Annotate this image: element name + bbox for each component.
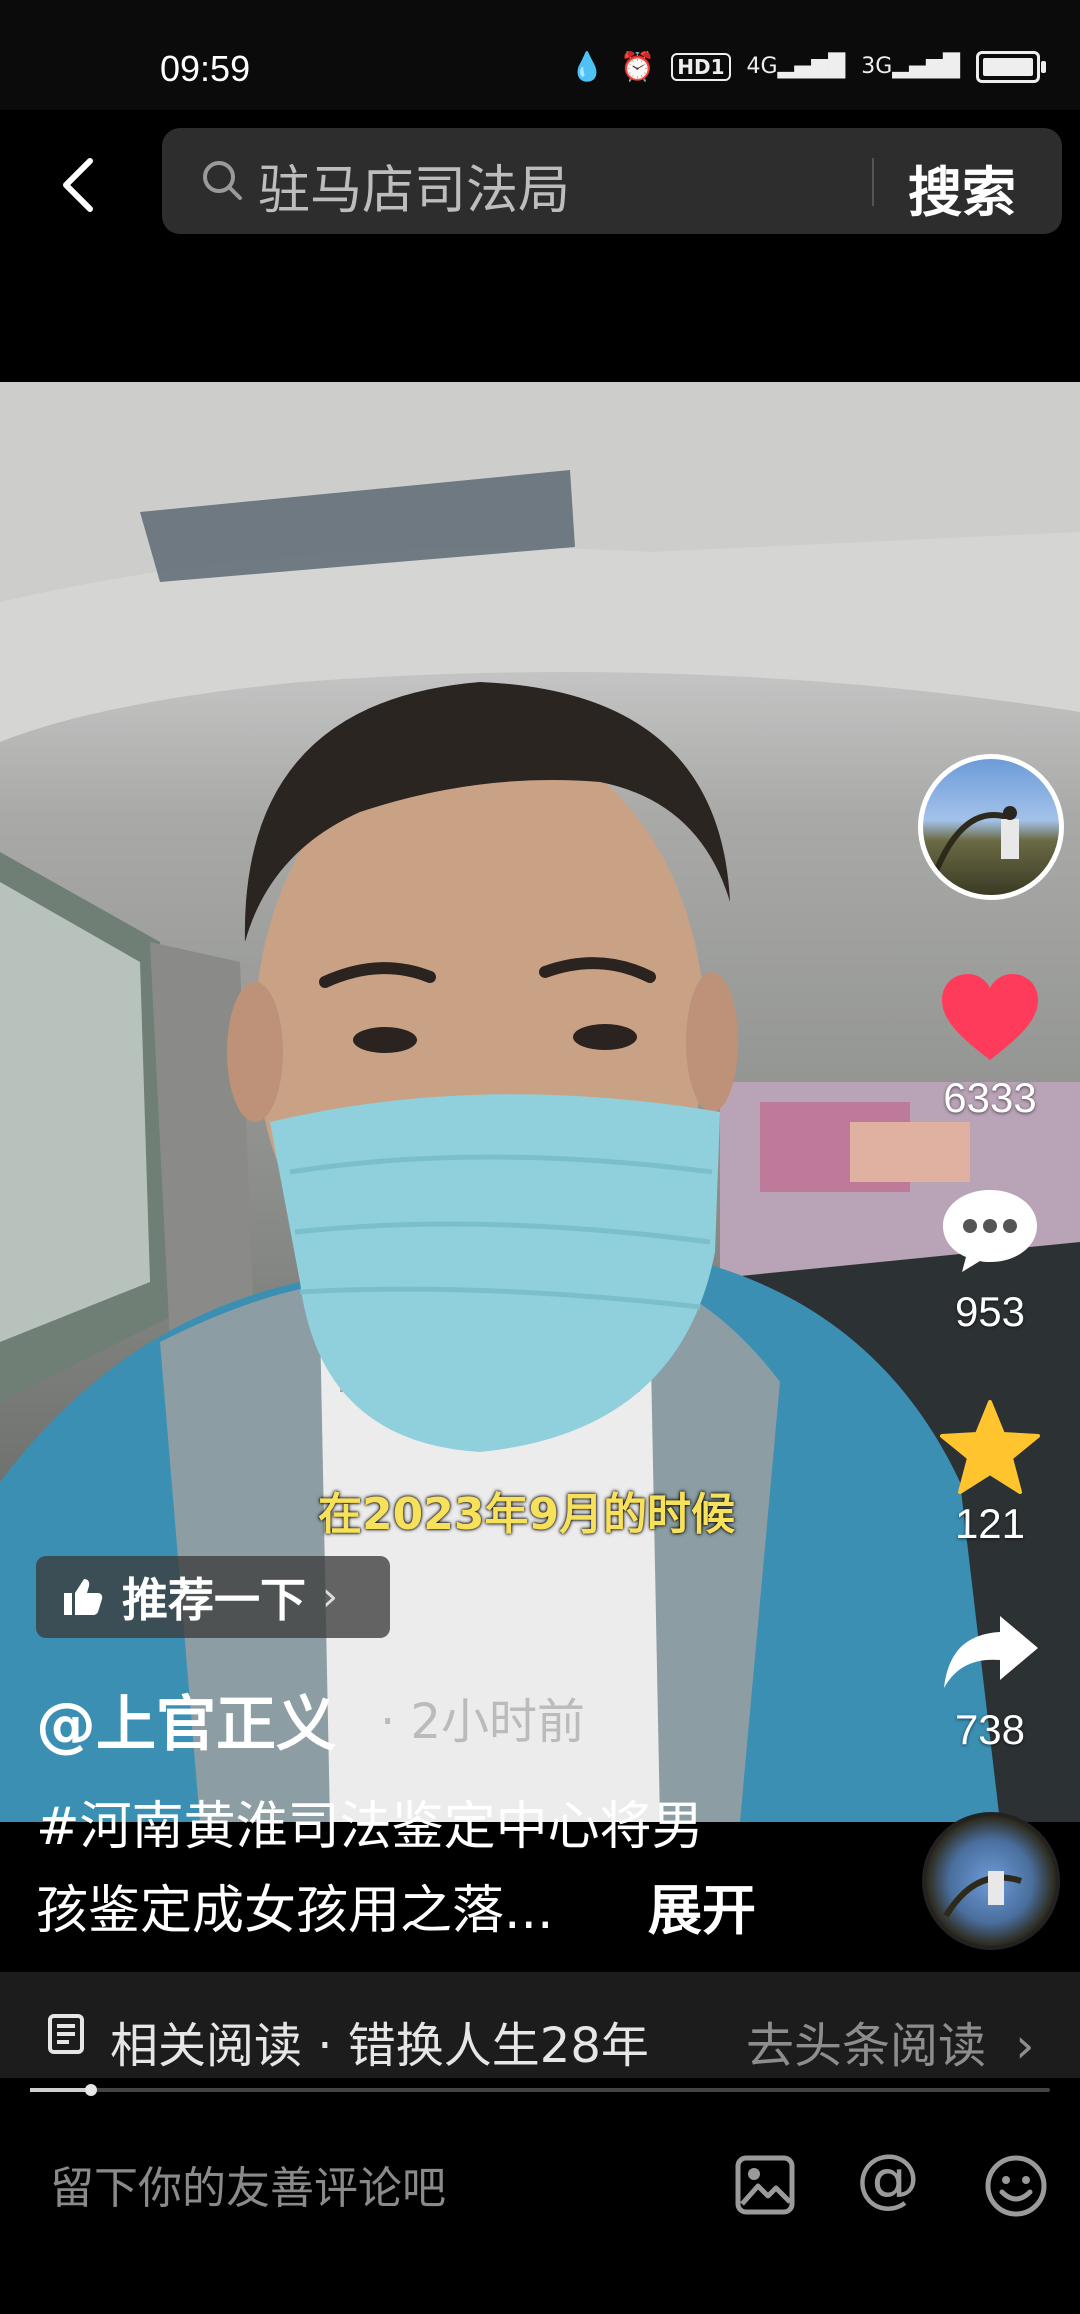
star-icon[interactable]	[938, 1398, 1042, 1496]
chevron-right-icon: ›	[322, 1574, 338, 1620]
music-disc[interactable]	[922, 1812, 1060, 1950]
search-input[interactable]: 驻马店司法局	[258, 148, 570, 223]
share-count: 738	[954, 1706, 1026, 1753]
hd-badge: HD1	[671, 52, 731, 81]
signal-4g-icon: 4G▂▄▆█	[746, 54, 846, 79]
author-avatar[interactable]	[918, 754, 1064, 900]
video-progress-fill	[30, 2088, 91, 2092]
description-line-1: #河南黄淮司法鉴定中心将男	[36, 1797, 704, 1857]
article-icon	[48, 2014, 84, 2054]
recommend-button[interactable]: 推荐一下 ›	[36, 1556, 390, 1638]
heart-icon[interactable]	[940, 972, 1040, 1064]
comment-count: 953	[954, 1288, 1026, 1335]
disc-image	[943, 1871, 1022, 1918]
image-icon[interactable]	[734, 2154, 796, 2216]
droplet-icon: 💧	[569, 50, 605, 83]
post-time: · 2小时前	[380, 1694, 586, 1750]
video-subtitle: 在2023年9月的时候	[318, 1489, 736, 1540]
search-icon	[203, 161, 242, 200]
back-button[interactable]	[48, 150, 108, 220]
status-icons: 💧 ⏰ HD1 4G▂▄▆█ 3G▂▄▆█	[569, 50, 1046, 83]
description-line-2: 孩鉴定成女孩用之落...	[36, 1881, 554, 1941]
like-count: 6333	[943, 1074, 1037, 1121]
alarm-icon: ⏰	[620, 50, 656, 83]
thumbs-up-icon	[64, 1579, 103, 1615]
related-reading-title[interactable]: 相关阅读 · 错换人生28年	[110, 2006, 649, 2076]
video-progress-track[interactable]	[30, 2088, 1050, 2092]
battery-icon	[976, 50, 1046, 83]
search-button[interactable]: 搜索	[908, 148, 1016, 227]
search-divider	[872, 158, 874, 206]
favorite-count: 121	[954, 1500, 1026, 1547]
chevron-left-icon	[63, 158, 93, 212]
share-icon[interactable]	[940, 1612, 1040, 1692]
chevron-right-icon: ›	[1015, 2018, 1035, 2074]
mention-icon[interactable]: @	[856, 2142, 920, 2216]
author-name[interactable]: @上官正义	[36, 1676, 336, 1763]
go-read-link[interactable]: 去头条阅读 ›	[746, 2006, 1034, 2076]
emoji-icon[interactable]	[984, 2154, 1048, 2218]
status-time: 09:59	[160, 48, 251, 89]
comment-icon[interactable]	[940, 1186, 1040, 1274]
signal-3g-icon: 3G▂▄▆█	[861, 54, 960, 79]
expand-button[interactable]: 展开	[648, 1866, 756, 1945]
avatar-image	[930, 806, 1019, 881]
comment-input[interactable]: 留下你的友善评论吧	[50, 2152, 446, 2216]
recommend-label: 推荐一下	[122, 1573, 306, 1627]
video-progress-knob[interactable]	[85, 2084, 97, 2096]
go-read-label: 去头条阅读	[746, 2018, 987, 2074]
